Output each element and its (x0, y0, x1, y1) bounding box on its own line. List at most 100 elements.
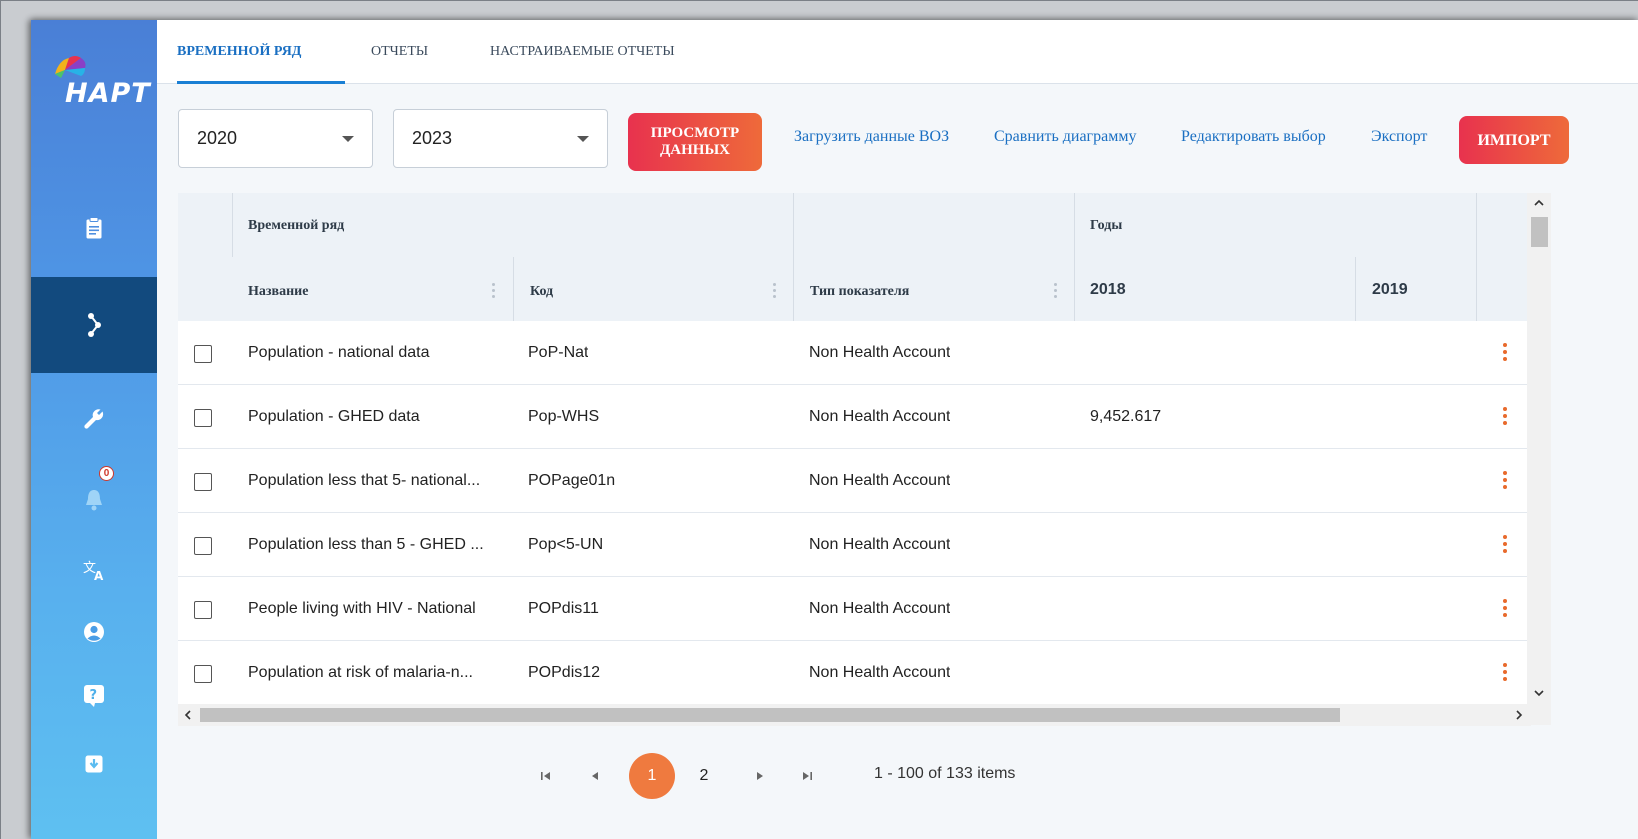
col-header-code[interactable]: Код (530, 284, 553, 300)
chevron-down-icon (577, 136, 589, 142)
row-menu-icon[interactable] (1503, 663, 1507, 684)
col-header-name[interactable]: Название (248, 284, 308, 300)
edit-selection-link[interactable]: Редактировать выбор (1181, 128, 1326, 146)
compare-chart-link[interactable]: Сравнить диаграмму (994, 128, 1136, 146)
first-page-icon[interactable] (539, 769, 553, 783)
year-to-value: 2023 (412, 128, 453, 148)
cell-code: POPage01n (528, 472, 616, 489)
header-divider (513, 257, 514, 321)
row-checkbox[interactable] (194, 601, 212, 619)
cell-2018: 9,452.617 (1090, 408, 1162, 425)
view-data-button[interactable]: ПРОСМОТР ДАННЫХ (628, 113, 762, 171)
header-divider (793, 193, 794, 321)
sidebar-item-notifications[interactable]: 0 (31, 466, 157, 528)
row-checkbox[interactable] (194, 409, 212, 427)
row-menu-icon[interactable] (1503, 535, 1507, 556)
cell-name: Population less that 5- national... (248, 472, 481, 489)
horizontal-scroll-thumb[interactable] (200, 708, 1340, 722)
cell-code: PoP-Nat (528, 344, 589, 361)
chevron-right-icon[interactable] (1509, 704, 1529, 726)
next-page-icon[interactable] (753, 769, 767, 783)
group-header-years: Годы (1090, 218, 1123, 233)
row-checkbox[interactable] (194, 345, 212, 363)
app-logo[interactable]: HAPT (51, 52, 150, 112)
table-row[interactable]: Population less than 5 - GHED ... Pop<5-… (178, 513, 1531, 577)
cell-type: Non Health Account (809, 344, 951, 361)
table-row[interactable]: People living with HIV - National POPdis… (178, 577, 1531, 641)
row-menu-icon[interactable] (1503, 471, 1507, 492)
tab-reports[interactable]: ОТЧЕТЫ (371, 20, 428, 84)
user-circle-icon (84, 622, 104, 642)
sidebar-item-timeseries[interactable] (31, 277, 157, 373)
cell-name: Population less than 5 - GHED ... (248, 536, 484, 553)
chevron-down-icon (342, 136, 354, 142)
cell-code: POPdis11 (528, 600, 599, 617)
row-menu-icon[interactable] (1503, 407, 1507, 428)
import-label: ИМПОРТ (1477, 131, 1551, 149)
chevron-left-icon[interactable] (178, 704, 198, 726)
col-header-2018[interactable]: 2018 (1090, 281, 1126, 299)
row-checkbox[interactable] (194, 473, 212, 491)
timeseries-grid: Временной ряд Годы Название Код Тип пока… (178, 193, 1531, 725)
cell-type: Non Health Account (809, 472, 951, 489)
grid-vertical-scrollbar[interactable] (1527, 193, 1551, 725)
cell-type: Non Health Account (809, 600, 951, 617)
tab-bar: ВРЕМЕННОЙ РЯД ОТЧЕТЫ НАСТРАИВАЕМЫЕ ОТЧЕТ… (157, 20, 1638, 84)
last-page-icon[interactable] (800, 769, 814, 783)
sidebar-item-settings[interactable] (31, 390, 157, 446)
tab-custom-reports[interactable]: НАСТРАИВАЕМЫЕ ОТЧЕТЫ (490, 20, 675, 84)
col-header-type[interactable]: Тип показателя (810, 284, 909, 300)
cell-type: Non Health Account (809, 408, 951, 425)
table-row[interactable]: Population less that 5- national... POPa… (178, 449, 1531, 513)
year-to-select[interactable]: 2023 (393, 109, 608, 168)
col-header-2019[interactable]: 2019 (1372, 281, 1408, 299)
tab-custom-reports-label: НАСТРАИВАЕМЫЕ ОТЧЕТЫ (490, 44, 675, 59)
import-button[interactable]: ИМПОРТ (1459, 116, 1569, 164)
header-divider (232, 193, 233, 257)
sidebar-item-help[interactable]: ? (31, 676, 157, 716)
vertical-scroll-thumb[interactable] (1531, 217, 1548, 247)
page-button-current[interactable]: 1 (629, 753, 675, 799)
cell-name: People living with HIV - National (248, 600, 476, 617)
previous-page-icon[interactable] (588, 769, 602, 783)
pager-info: 1 - 100 of 133 items (874, 765, 1016, 782)
table-row[interactable]: Population - GHED data Pop-WHS Non Healt… (178, 385, 1531, 449)
notification-badge: 0 (99, 466, 114, 481)
sidebar: HAPT 0 文 A ? (31, 20, 157, 839)
header-divider (1074, 193, 1075, 321)
sidebar-item-language[interactable]: 文 A (31, 550, 157, 590)
year-from-value: 2020 (197, 128, 238, 148)
group-header-timeseries: Временной ряд (248, 218, 345, 233)
page-button-next[interactable]: 2 (689, 753, 719, 799)
grid-horizontal-scrollbar[interactable] (178, 704, 1531, 726)
table-row[interactable]: Population at risk of malaria-n... POPdi… (178, 641, 1531, 705)
row-menu-icon[interactable] (1503, 599, 1507, 620)
cell-name: Population at risk of malaria-n... (248, 664, 473, 681)
view-data-label-line1: ПРОСМОТР (650, 125, 740, 141)
grid-header: Временной ряд Годы Название Код Тип пока… (178, 193, 1531, 321)
load-who-data-link[interactable]: Загрузить данные ВОЗ (794, 128, 949, 146)
column-menu-icon[interactable] (1054, 283, 1058, 301)
tab-timeseries[interactable]: ВРЕМЕННОЙ РЯД (177, 20, 345, 84)
screen-frame: HAPT 0 文 A ? ВРЕМЕННОЙ РЯД ОТЧЕТЫ НАСТРА… (0, 0, 1638, 839)
tab-timeseries-label: ВРЕМЕННОЙ РЯД (177, 44, 302, 59)
cell-name: Population - GHED data (248, 408, 420, 425)
year-from-select[interactable]: 2020 (178, 109, 373, 168)
cell-code: Pop-WHS (528, 408, 600, 425)
row-checkbox[interactable] (194, 537, 212, 555)
chevron-up-icon[interactable] (1527, 193, 1551, 213)
sidebar-item-clipboard[interactable] (31, 200, 157, 256)
row-checkbox[interactable] (194, 665, 212, 683)
wrench-icon (84, 409, 104, 429)
share-nodes-icon (88, 313, 101, 337)
table-row[interactable]: Population - national data PoP-Nat Non H… (178, 321, 1531, 385)
column-menu-icon[interactable] (492, 283, 496, 301)
column-menu-icon[interactable] (773, 283, 777, 301)
sidebar-item-profile[interactable] (31, 612, 157, 652)
sidebar-item-download[interactable] (31, 744, 157, 784)
row-menu-icon[interactable] (1503, 343, 1507, 364)
logo-text: HAPT (65, 78, 151, 109)
chevron-down-icon[interactable] (1527, 683, 1551, 703)
export-link[interactable]: Экспорт (1371, 128, 1427, 146)
cell-name: Population - national data (248, 344, 430, 361)
